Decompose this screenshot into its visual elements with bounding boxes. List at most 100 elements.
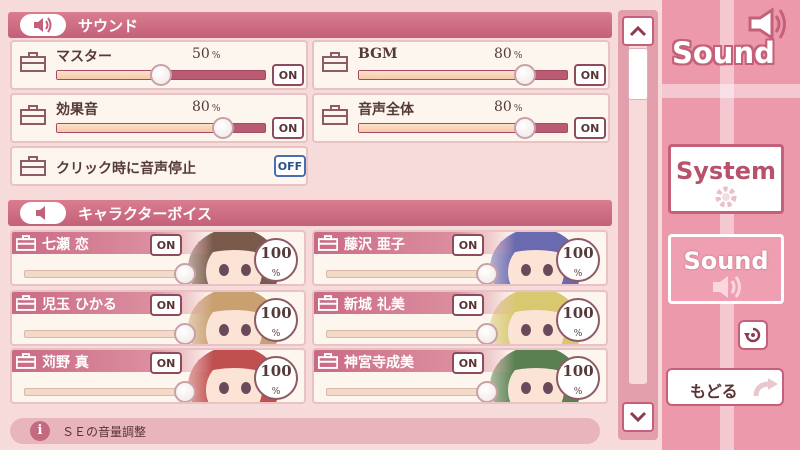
volume-panel: BGM 80% ON — [312, 40, 610, 90]
sound-section-title: サウンド — [78, 17, 139, 35]
character-volume-value: 100% — [254, 238, 298, 282]
volume-label: BGM — [358, 46, 398, 62]
slider-knob[interactable] — [514, 117, 537, 139]
character-voice-card: 新城 礼美 ON 100% — [312, 290, 608, 346]
slider-knob[interactable] — [476, 323, 498, 344]
volume-value: 80% — [494, 99, 523, 115]
slider-knob[interactable] — [174, 263, 196, 284]
speaker-waves-icon — [20, 14, 66, 36]
click-stop-label: クリック時に音声停止 — [56, 161, 196, 177]
character-voice-toggle[interactable]: ON — [452, 234, 484, 256]
character-name: 七瀬 恋 — [42, 237, 89, 253]
scroll-down-button[interactable] — [622, 402, 654, 432]
volume-panel: 効果音 80% ON — [10, 93, 308, 143]
volume-value: 80% — [192, 99, 221, 115]
briefcase-icon — [317, 353, 339, 373]
character-voice-toggle[interactable]: ON — [150, 352, 182, 374]
info-icon: i — [30, 421, 50, 441]
briefcase-icon — [15, 353, 37, 373]
briefcase-icon — [317, 235, 339, 255]
briefcase-icon — [20, 105, 46, 129]
sound-button-label: Sound — [683, 247, 769, 275]
sound-section-header: サウンド — [8, 12, 612, 38]
character-volume-slider[interactable] — [24, 263, 196, 284]
briefcase-icon — [15, 295, 37, 315]
volume-slider[interactable] — [358, 64, 568, 86]
character-voice-toggle[interactable]: ON — [452, 352, 484, 374]
volume-slider[interactable] — [358, 117, 568, 139]
slider-knob[interactable] — [174, 323, 196, 344]
volume-slider[interactable] — [56, 117, 266, 139]
voice-section-title: キャラクターボイス — [78, 205, 212, 223]
slider-knob[interactable] — [150, 64, 172, 86]
character-volume-value: 100% — [556, 298, 600, 342]
character-voice-card: 七瀬 恋 ON 100% — [10, 230, 306, 286]
slider-knob[interactable] — [212, 117, 235, 139]
briefcase-icon — [20, 52, 46, 76]
character-name: 新城 礼美 — [344, 297, 405, 313]
return-arrow-icon — [753, 378, 778, 397]
scrollbar-thumb[interactable] — [628, 48, 648, 100]
character-volume-value: 100% — [254, 356, 298, 400]
character-voice-card: 苅野 真 ON 100% — [10, 348, 306, 404]
back-button-label: もどる — [690, 382, 738, 401]
click-stop-toggle[interactable]: OFF — [274, 155, 306, 177]
character-voice-card: 藤沢 亜子 ON 100% — [312, 230, 608, 286]
config-screen: サウンド マスター 50% ON BGM 80% ON 効果音 80% ON 音… — [0, 0, 800, 450]
reset-button[interactable] — [738, 320, 768, 350]
scroll-up-button[interactable] — [622, 16, 654, 46]
character-volume-slider[interactable] — [326, 381, 498, 402]
back-button[interactable]: もどる — [666, 368, 784, 406]
slider-knob[interactable] — [476, 381, 498, 402]
character-volume-slider[interactable] — [24, 381, 196, 402]
character-volume-slider[interactable] — [24, 323, 196, 344]
slider-knob[interactable] — [476, 263, 498, 284]
character-name: 児玉 ひかる — [42, 297, 117, 313]
briefcase-icon — [20, 156, 46, 180]
character-voice-card: 児玉 ひかる ON 100% — [10, 290, 306, 346]
briefcase-icon — [322, 105, 348, 129]
speaker-icon — [20, 202, 66, 224]
volume-toggle[interactable]: ON — [574, 117, 606, 139]
sound-logo-title: Sound — [672, 36, 775, 70]
character-volume-slider[interactable] — [326, 263, 498, 284]
system-button[interactable]: System — [668, 144, 784, 214]
voice-section-header: キャラクターボイス — [8, 200, 612, 226]
character-name: 神宮寺成美 — [344, 355, 414, 371]
sound-button[interactable]: Sound — [668, 234, 784, 304]
character-volume-value: 100% — [254, 298, 298, 342]
volume-toggle[interactable]: ON — [574, 64, 606, 86]
slider-knob[interactable] — [514, 64, 537, 86]
info-bar: i ＳＥの音量調整 — [10, 418, 600, 444]
volume-label: 音声全体 — [358, 102, 414, 118]
click-stop-panel: クリック時に音声停止 OFF — [10, 146, 308, 186]
volume-panel: マスター 50% ON — [10, 40, 308, 90]
volume-value: 80% — [494, 46, 523, 62]
slider-knob[interactable] — [174, 381, 196, 402]
character-name: 苅野 真 — [42, 355, 89, 371]
briefcase-icon — [322, 52, 348, 76]
character-voice-toggle[interactable]: ON — [150, 294, 182, 316]
character-volume-value: 100% — [556, 238, 600, 282]
volume-value: 50% — [192, 46, 221, 62]
character-volume-value: 100% — [556, 356, 600, 400]
character-voice-toggle[interactable]: ON — [150, 234, 182, 256]
volume-label: マスター — [56, 49, 112, 65]
character-volume-slider[interactable] — [326, 323, 498, 344]
character-name: 藤沢 亜子 — [344, 237, 405, 253]
character-voice-toggle[interactable]: ON — [452, 294, 484, 316]
volume-toggle[interactable]: ON — [272, 117, 304, 139]
volume-toggle[interactable]: ON — [272, 64, 304, 86]
volume-panel: 音声全体 80% ON — [312, 93, 610, 143]
briefcase-icon — [317, 295, 339, 315]
volume-label: 効果音 — [56, 102, 98, 118]
reset-icon — [744, 327, 761, 343]
system-button-label: System — [676, 157, 776, 185]
chevron-down-icon — [629, 411, 647, 423]
info-text: ＳＥの音量調整 — [62, 425, 147, 439]
volume-slider[interactable] — [56, 64, 266, 86]
briefcase-icon — [15, 235, 37, 255]
speaker-waves-icon — [713, 276, 741, 298]
chevron-up-icon — [629, 25, 647, 37]
character-voice-card: 神宮寺成美 ON 100% — [312, 348, 608, 404]
